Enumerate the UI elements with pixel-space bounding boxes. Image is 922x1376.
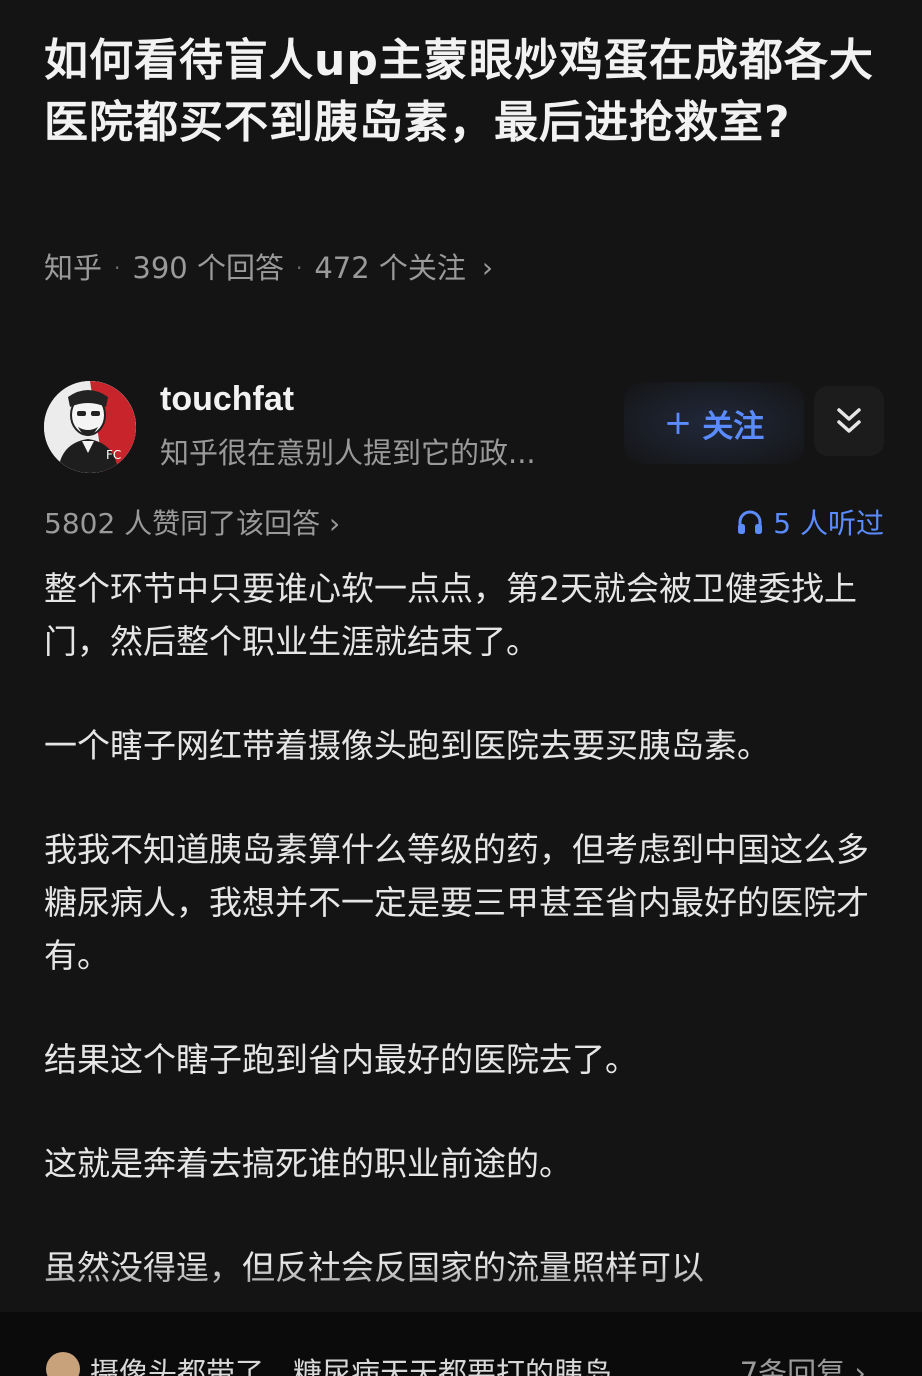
listeners-count[interactable]: 5 人听过 — [735, 502, 884, 542]
chevron-right-icon: › — [481, 251, 494, 284]
author-name[interactable]: touchfat — [160, 380, 294, 419]
comment-preview-bar[interactable]: 摄像头都带了，糖尿病天天都要打的胰岛 7条回复 › — [0, 1312, 922, 1376]
content-fade-overlay — [0, 1262, 922, 1318]
question-meta[interactable]: 知乎 · 390 个回答 · 472 个关注 › — [44, 248, 493, 288]
expand-button[interactable] — [814, 386, 884, 456]
answer-paragraph: 结果这个瞎子跑到省内最好的医院去了。 — [44, 1040, 638, 1079]
answer-count: 390 个回答 — [132, 251, 284, 285]
follower-count: 472 个关注 — [314, 251, 466, 285]
avatar-portrait-icon: FC — [44, 381, 136, 473]
source-label: 知乎 — [44, 251, 103, 285]
listeners-label: 5 人听过 — [773, 507, 884, 540]
avatar[interactable]: FC — [44, 381, 136, 473]
double-chevron-down-icon — [837, 408, 861, 433]
answer-paragraph: 我我不知道胰岛素算什么等级的药，但考虑到中国这么多糖尿病人，我想并不一定是要三甲… — [44, 830, 869, 975]
zhihu-answer-page: 如何看待盲人up主蒙眼炒鸡蛋在成都各大医院都买不到胰岛素，最后进抢救室? 知乎 … — [0, 0, 922, 1376]
answer-stats: 5802 人赞同了该回答 › 5 人听过 — [44, 500, 884, 544]
question-title[interactable]: 如何看待盲人up主蒙眼炒鸡蛋在成都各大医院都买不到胰岛素，最后进抢救室? — [44, 30, 884, 154]
answer-paragraph: 这就是奔着去搞死谁的职业前途的。 — [44, 1144, 572, 1183]
follow-button[interactable]: + 关注 — [624, 382, 804, 464]
answer-content[interactable]: 整个环节中只要谁心软一点点，第2天就会被卫健委找上门，然后整个职业生涯就结束了。… — [44, 562, 884, 1345]
plus-icon: + — [663, 403, 693, 443]
comment-preview-text: 摄像头都带了，糖尿病天天都要打的胰岛 — [90, 1356, 613, 1376]
commenter-avatar — [46, 1352, 80, 1376]
follow-label: 关注 — [702, 408, 765, 445]
svg-text:FC: FC — [106, 448, 121, 462]
separator-dot: · — [295, 256, 303, 280]
answer-paragraph: 一个瞎子网红带着摄像头跑到医院去要买胰岛素。 — [44, 726, 770, 765]
answer-paragraph: 整个环节中只要谁心软一点点，第2天就会被卫健委找上门，然后整个职业生涯就结束了。 — [44, 569, 857, 661]
author-row: FC touchfat 知乎很在意别人提到它的政... + 关注 — [44, 378, 884, 478]
separator-dot: · — [114, 256, 121, 280]
upvote-count[interactable]: 5802 人赞同了该回答 › — [44, 502, 340, 542]
reply-count[interactable]: 7条回复 › — [740, 1350, 866, 1376]
headphones-icon — [738, 510, 763, 534]
author-bio: 知乎很在意别人提到它的政... — [160, 436, 536, 470]
